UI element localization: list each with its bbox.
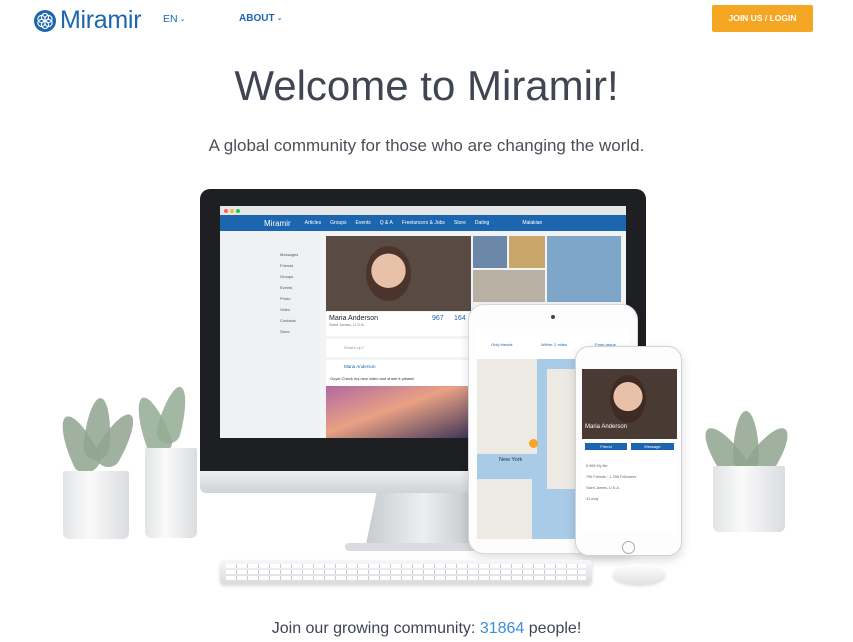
- join-login-button[interactable]: JOIN US / LOGIN: [712, 5, 813, 32]
- page-title: Welcome to Miramir!: [234, 62, 619, 109]
- nav-item: Articles: [304, 220, 322, 226]
- flower-logo-icon: [34, 9, 56, 32]
- nav-item: Dating: [474, 220, 490, 226]
- stat-value: 967: [432, 315, 444, 322]
- language-label: EN: [163, 13, 178, 25]
- phone-profile-name: Maria Anderson: [585, 424, 628, 430]
- phone-profile-photo: Maria Anderson: [582, 369, 677, 439]
- app-navbar: Miramir Articles Groups Events Q & A Fre…: [220, 215, 626, 231]
- chevron-down-icon: ⌄: [276, 15, 283, 22]
- status-placeholder: What's up?: [344, 345, 364, 350]
- nav-item: Events: [355, 220, 371, 226]
- phone-home-button: [622, 541, 635, 554]
- friend-button: Friend: [585, 443, 627, 450]
- filter-label: Within: 2 miles: [540, 341, 567, 347]
- nav-item: Freelancers & Jobs: [401, 220, 445, 226]
- sidebar-item: Video: [280, 307, 291, 312]
- monitor-stand: [365, 493, 481, 549]
- app-brand: Miramir: [264, 218, 291, 228]
- map-pin-icon: [529, 439, 538, 448]
- member-count: 31864: [479, 620, 525, 637]
- nav-user: Malakian: [522, 220, 543, 226]
- nav-item: Q & A: [379, 220, 393, 226]
- chevron-down-icon: ⌄: [179, 16, 186, 23]
- profile-location: Saint James, U.S.A.: [329, 322, 365, 327]
- info-line: 796 Friends · 1 298 Followers: [586, 475, 637, 479]
- tablet-camera: [551, 315, 555, 319]
- feed-post: Maria Anderson Guys! Check my new video …: [326, 360, 471, 438]
- sidebar-item: Contacts: [280, 318, 296, 323]
- info-line: Saint James, U.S.A.: [586, 486, 620, 490]
- mouse: [613, 564, 665, 584]
- keyboard: [220, 560, 592, 584]
- brand-logo[interactable]: Miramir: [33, 6, 142, 35]
- post-text: Guys! Check my new video and share it pl…: [330, 376, 415, 381]
- profile-card: Maria Anderson Saint James, U.S.A. 967 1…: [326, 312, 471, 336]
- message-button-label: Message: [644, 444, 661, 449]
- sidebar-item: Photo: [280, 296, 291, 301]
- phone-device: Maria Anderson Friend Message 5 965 My l…: [575, 346, 682, 556]
- about-menu[interactable]: ABOUT ⌄: [239, 13, 282, 24]
- photo-grid: [473, 236, 623, 302]
- info-line: 31 may: [586, 497, 599, 501]
- brand-name: Miramir: [60, 6, 142, 34]
- devices-illustration: Miramir Articles Groups Events Q & A Fre…: [45, 186, 815, 596]
- community-count-text: Join our growing community: 31864 people…: [0, 620, 853, 638]
- phone-info: 5 965 My life 796 Friends · 1 298 Follow…: [586, 461, 636, 505]
- plant-pot: [63, 471, 129, 539]
- sidebar-item: Store: [280, 329, 290, 334]
- app-sidebar: Messages Friends Groups Events Photo Vid…: [220, 231, 320, 438]
- status-input[interactable]: What's up?: [326, 339, 471, 357]
- sidebar-item: Groups: [280, 274, 294, 279]
- avatar: [366, 246, 411, 301]
- sidebar-item: Events: [280, 285, 293, 290]
- profile-photo: [326, 236, 471, 311]
- browser-bar: [220, 206, 626, 215]
- language-selector[interactable]: EN ⌄: [163, 13, 185, 25]
- community-suffix: people!: [524, 620, 582, 637]
- filter-label: Only friends: [491, 341, 513, 347]
- post-author: Maria Anderson: [344, 364, 376, 369]
- nav-item: Groups: [330, 220, 347, 226]
- map-city-label: New York: [499, 457, 523, 463]
- message-button: Message: [631, 443, 674, 450]
- page-subtitle: A global community for those who are cha…: [208, 136, 645, 155]
- sidebar-item: Messages: [280, 252, 299, 257]
- plant-pot: [713, 466, 785, 532]
- nav-item: Store: [453, 220, 466, 226]
- plant-pot: [145, 448, 197, 538]
- friend-button-label: Friend: [600, 444, 612, 449]
- avatar: [610, 375, 646, 423]
- about-label: ABOUT: [239, 13, 275, 24]
- top-header: Miramir EN ⌄ ABOUT ⌄ JOIN US / LOGIN: [0, 0, 853, 40]
- post-image: [326, 386, 471, 438]
- sidebar-item: Friends: [280, 263, 294, 268]
- info-line: 5 965 My life: [586, 464, 608, 468]
- stat-value: 164: [454, 315, 466, 322]
- community-prefix: Join our growing community:: [271, 620, 480, 637]
- profile-name: Maria Anderson: [329, 315, 379, 322]
- phone-screen: Maria Anderson Friend Message 5 965 My l…: [582, 369, 677, 534]
